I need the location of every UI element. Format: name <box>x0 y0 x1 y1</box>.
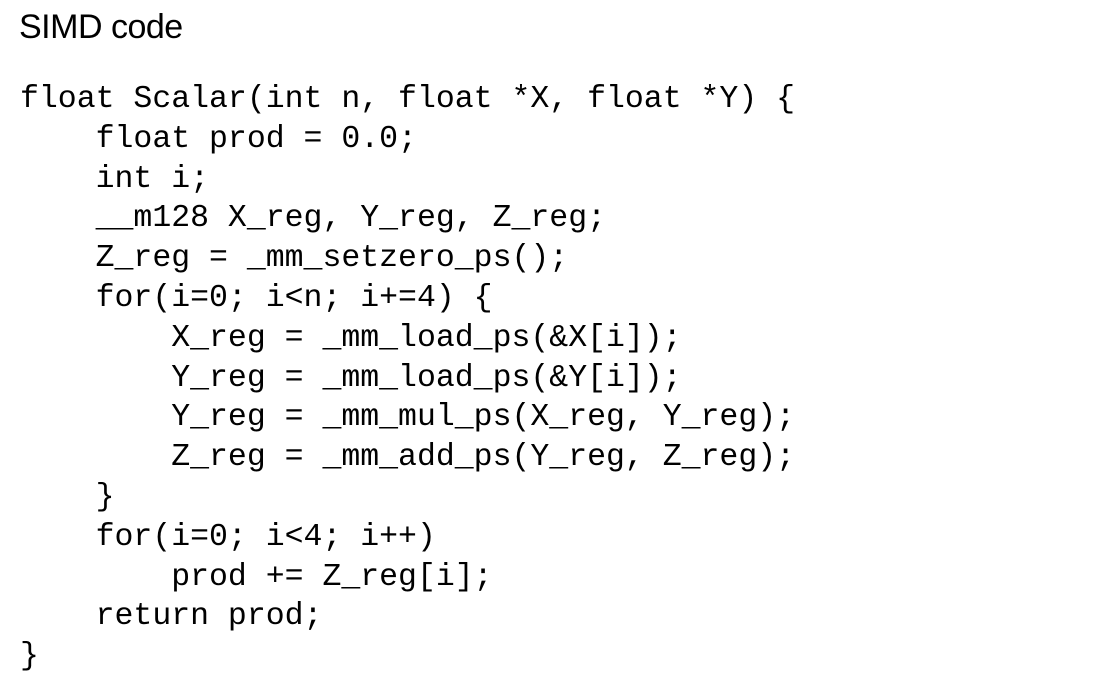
code-block: float Scalar(int n, float *X, float *Y) … <box>20 80 795 677</box>
code-line: for(i=0; i<4; i++) <box>20 519 436 555</box>
code-line: } <box>20 639 39 675</box>
code-line: X_reg = _mm_load_ps(&X[i]); <box>20 320 682 356</box>
code-line: Y_reg = _mm_load_ps(&Y[i]); <box>20 360 682 396</box>
code-line: for(i=0; i<n; i+=4) { <box>20 280 493 316</box>
code-line: int i; <box>20 161 210 197</box>
code-line: float Scalar(int n, float *X, float *Y) … <box>20 82 796 117</box>
code-line: prod += Z_reg[i]; <box>20 559 493 595</box>
code-line: __m128 X_reg, Y_reg, Z_reg; <box>20 201 606 237</box>
document-page: SIMD code float Scalar(int n, float *X, … <box>0 0 1096 688</box>
page-title: SIMD code <box>19 8 183 46</box>
code-line: Y_reg = _mm_mul_ps(X_reg, Y_reg); <box>20 400 796 436</box>
code-line: float prod = 0.0; <box>20 121 417 157</box>
code-line: Z_reg = _mm_add_ps(Y_reg, Z_reg); <box>20 440 796 476</box>
code-line: return prod; <box>20 599 323 635</box>
code-line: Z_reg = _mm_setzero_ps(); <box>20 241 569 277</box>
code-line: } <box>20 479 115 515</box>
